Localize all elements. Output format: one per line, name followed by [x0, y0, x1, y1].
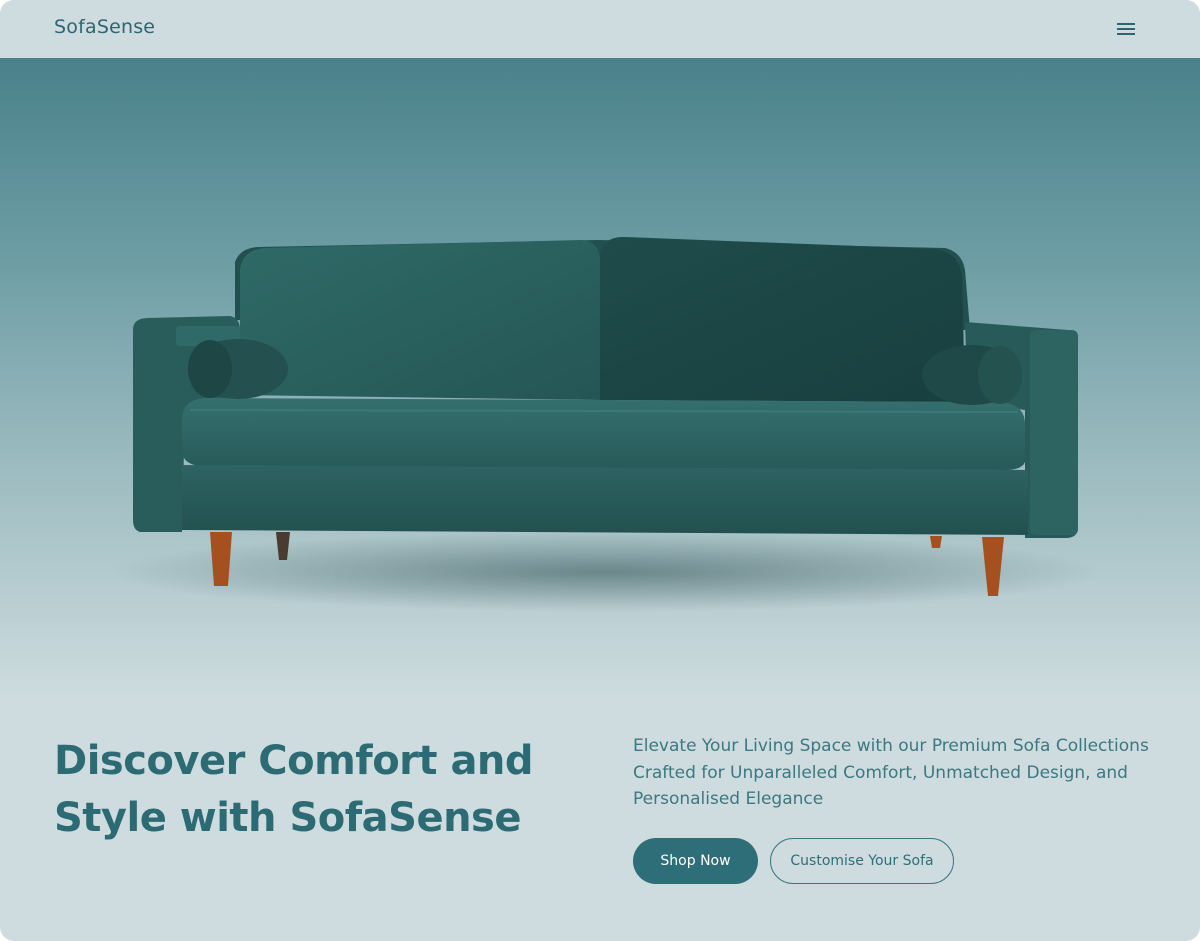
- page: SofaSense Discover Comfort and Style wit…: [0, 0, 1200, 941]
- hero-tagline: Elevate Your Living Space with our Premi…: [633, 736, 1149, 809]
- top-navigation-bar: SofaSense: [0, 0, 1200, 59]
- sofa-image: [105, 236, 1105, 612]
- brand-logo[interactable]: SofaSense: [54, 16, 155, 38]
- customise-your-sofa-button[interactable]: Customise Your Sofa: [770, 838, 954, 884]
- hero-heading: Discover Comfort and Style with SofaSens…: [54, 738, 534, 841]
- shop-now-button[interactable]: Shop Now: [633, 838, 758, 884]
- hero-banner: [0, 59, 1200, 699]
- hamburger-menu-icon[interactable]: [1117, 22, 1135, 36]
